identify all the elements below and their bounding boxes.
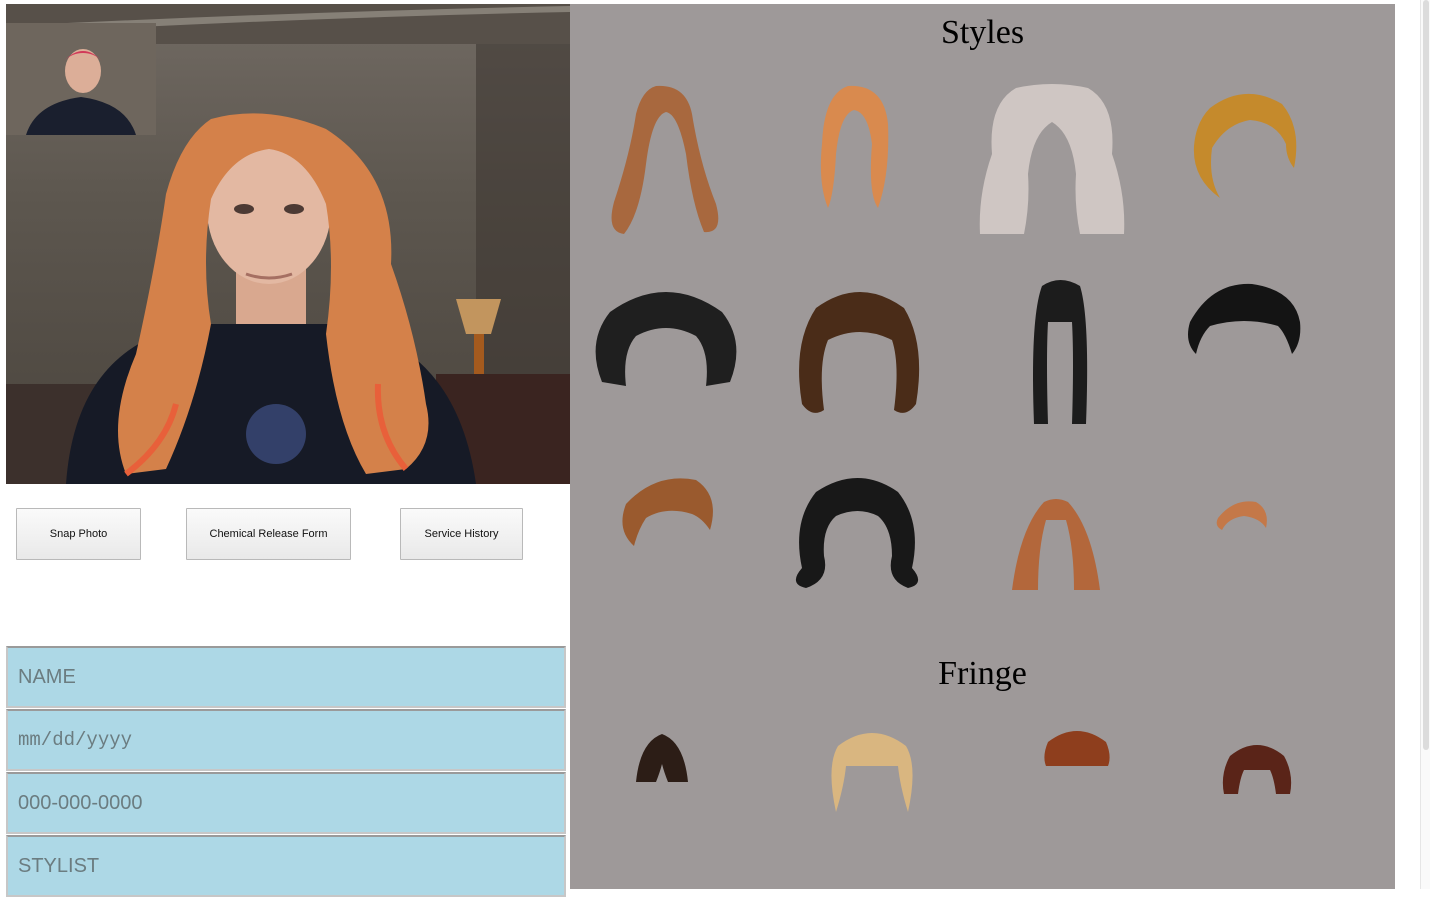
style-short-black-crop[interactable] bbox=[1182, 282, 1304, 358]
name-field[interactable] bbox=[6, 646, 566, 708]
style-long-layered-auburn[interactable] bbox=[606, 84, 728, 236]
style-small-ginger-crop[interactable] bbox=[1214, 498, 1270, 534]
scrollbar-thumb[interactable] bbox=[1423, 0, 1429, 750]
fringe-dark-brown[interactable] bbox=[634, 732, 690, 786]
fringe-heading: Fringe bbox=[938, 655, 1027, 692]
style-tousled-copper-pixie[interactable] bbox=[616, 474, 716, 550]
style-gallery-panel: Styles Fringe bbox=[570, 4, 1395, 889]
picture-in-picture-thumbnail bbox=[6, 23, 156, 135]
fringe-auburn[interactable] bbox=[1042, 726, 1112, 768]
webcam-preview bbox=[6, 4, 570, 484]
style-black-flipped-bob[interactable] bbox=[786, 472, 928, 592]
date-field[interactable] bbox=[6, 709, 566, 771]
chemical-release-form-button[interactable]: Chemical Release Form bbox=[186, 508, 351, 560]
fringe-mahogany[interactable] bbox=[1220, 738, 1294, 796]
style-long-straight-black-bangs[interactable] bbox=[1028, 278, 1092, 426]
scrollbar[interactable] bbox=[1420, 0, 1430, 889]
style-curly-afro-black[interactable] bbox=[590, 282, 742, 392]
snap-photo-button[interactable]: Snap Photo bbox=[16, 508, 141, 560]
service-history-button[interactable]: Service History bbox=[400, 508, 523, 560]
stylist-field[interactable] bbox=[6, 835, 566, 897]
style-brown-shag[interactable] bbox=[796, 284, 924, 420]
fringe-blonde[interactable] bbox=[828, 726, 916, 812]
style-short-golden-bob[interactable] bbox=[1190, 88, 1300, 200]
styles-heading: Styles bbox=[940, 14, 1025, 51]
phone-field[interactable] bbox=[6, 772, 566, 834]
style-copper-ombre-long[interactable] bbox=[1008, 498, 1104, 594]
style-long-wavy-platinum[interactable] bbox=[976, 84, 1128, 236]
style-side-swept-strawberry-blonde[interactable] bbox=[818, 84, 892, 212]
